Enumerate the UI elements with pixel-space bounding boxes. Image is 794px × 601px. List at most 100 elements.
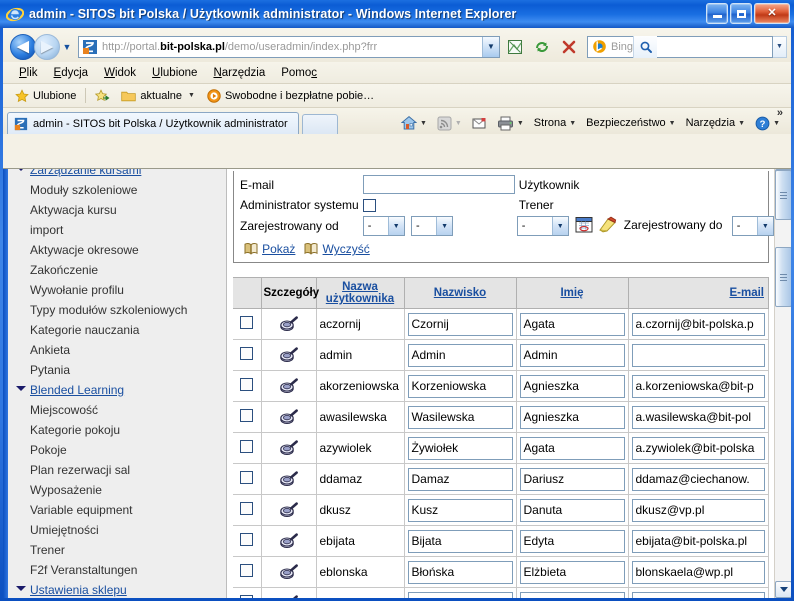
row-email-input[interactable]: a.zywiolek@bit-polska (631, 436, 765, 460)
row-firstname-input[interactable]: Dariusz (519, 467, 625, 491)
sidebar-item-moduly-szkoleniowe[interactable]: Moduły szkoleniowe (8, 180, 226, 200)
sidebar-group-blended-learning[interactable]: Blended Learning (8, 380, 226, 400)
refresh-icon[interactable] (530, 35, 554, 59)
favorites-button[interactable]: Ulubione (9, 88, 82, 104)
row-firstname-input[interactable]: Edyta (519, 529, 625, 553)
sidebar-item-pokoje[interactable]: Pokoje (8, 440, 226, 460)
row-firstname-input[interactable]: Danuta (519, 498, 625, 522)
tab-active[interactable]: admin - SITOS bit Polska / Użytkownik ad… (7, 112, 299, 134)
row-checkbox[interactable] (240, 316, 254, 330)
menu-narzedzia[interactable]: Narzędzia (205, 65, 273, 81)
row-firstname-input[interactable]: Agnieszka (519, 374, 625, 398)
row-checkbox[interactable] (240, 502, 254, 516)
feeds-button[interactable]: ▼ (432, 114, 467, 133)
row-email-input[interactable]: a.czornij@bit-polska.p (631, 312, 765, 336)
scrollbar-thumb[interactable] (775, 170, 791, 220)
mail-button[interactable] (467, 115, 492, 132)
row-lastname-input[interactable]: Damaz (407, 467, 513, 491)
row-firstname-input[interactable]: Emil (519, 591, 625, 598)
menu-pomoc[interactable]: Pomoc (273, 65, 325, 81)
sidebar-item-pytania[interactable]: Pytania (8, 360, 226, 380)
details-magnifier-icon[interactable] (279, 502, 299, 518)
security-menu[interactable]: Bezpieczeństwo ▼ (581, 115, 680, 131)
row-email-input[interactable]: admin@kozienicepow (631, 591, 765, 598)
chevron-down-icon[interactable]: ▼ (773, 120, 780, 127)
menu-widok[interactable]: Widok (96, 65, 144, 81)
compatibility-view-icon[interactable] (503, 35, 527, 59)
to-day-select[interactable]: - ▼ (731, 216, 774, 237)
admin-checkbox[interactable] (362, 199, 376, 213)
maximize-button[interactable] (730, 3, 752, 24)
menu-edycja[interactable]: Edycja (46, 65, 97, 81)
details-magnifier-icon[interactable] (279, 471, 299, 487)
row-firstname-input[interactable]: Agata (519, 312, 625, 336)
row-email-input[interactable]: blonskaela@wp.pl (631, 560, 765, 584)
home-button[interactable]: ▼ (396, 113, 432, 133)
chevron-down-icon[interactable]: ▼ (517, 120, 524, 127)
tools-menu[interactable]: Narzędzia ▼ (681, 115, 750, 131)
sidebar-item-wywolanie-profilu[interactable]: Wywołanie profilu (8, 280, 226, 300)
sidebar-item-trener[interactable]: Trener (8, 540, 226, 560)
sidebar-group-ustawienia-sklepu[interactable]: Ustawienia sklepu (8, 580, 226, 598)
row-firstname-input[interactable]: Agnieszka (519, 405, 625, 429)
row-firstname-input[interactable]: Elżbieta (519, 560, 625, 584)
menu-plik[interactable]: PPliklik (11, 65, 46, 81)
header-username[interactable]: Nazwa użytkownika (316, 277, 405, 310)
eraser-icon[interactable] (598, 216, 617, 236)
sidebar-item-kategorie-nauczania[interactable]: Kategorie nauczania (8, 320, 226, 340)
row-firstname-input[interactable]: Admin (519, 343, 625, 367)
minimize-button[interactable] (706, 3, 728, 24)
header-email[interactable]: E-mail (628, 277, 769, 310)
row-lastname-input[interactable]: Żywiołek (407, 436, 513, 460)
header-firstname[interactable]: Imię (516, 277, 629, 310)
row-checkbox[interactable] (240, 347, 254, 361)
search-options-dropdown-icon[interactable]: ▼ (773, 35, 787, 58)
row-checkbox[interactable] (240, 471, 254, 485)
row-firstname-input[interactable]: Agata (519, 436, 625, 460)
chevron-down-icon[interactable]: ▼ (420, 120, 427, 127)
chevron-down-icon[interactable]: ▼ (569, 120, 576, 127)
close-button[interactable]: ✕ (754, 3, 790, 24)
sidebar-item-plan-rezerwacji-sal[interactable]: Plan rezerwacji sal (8, 460, 226, 480)
back-button[interactable]: ◀ (10, 33, 36, 60)
row-email-input[interactable]: ddamaz@ciechanow. (631, 467, 765, 491)
add-to-favorites-bar-button[interactable] (89, 88, 115, 104)
sidebar-item-umiejetnosci[interactable]: Umiejętności (8, 520, 226, 540)
sidebar-item-variable-equipment[interactable]: Variable equipment (8, 500, 226, 520)
details-magnifier-icon[interactable] (279, 564, 299, 580)
row-email-input[interactable]: a.wasilewska@bit-pol (631, 405, 765, 429)
scrollbar-track[interactable] (775, 186, 791, 581)
details-magnifier-icon[interactable] (279, 409, 299, 425)
sidebar-item-kategorie-pokoju[interactable]: Kategorie pokoju (8, 420, 226, 440)
address-bar[interactable]: http://portal.bit-polska.pl/demo/useradm… (78, 35, 500, 58)
from-month-select[interactable]: - ▼ (411, 216, 454, 237)
row-checkbox[interactable] (240, 409, 254, 423)
row-lastname-input[interactable]: Wasilewska (407, 405, 513, 429)
sidebar-item-wyposazenie[interactable]: Wyposażenie (8, 480, 226, 500)
details-magnifier-icon[interactable] (279, 316, 299, 332)
print-button[interactable]: ▼ (492, 114, 529, 133)
calendar-icon[interactable] (575, 216, 593, 236)
show-link[interactable]: Pokaż (262, 242, 295, 256)
row-lastname-input[interactable]: Madejski (407, 591, 513, 598)
row-lastname-input[interactable]: Czornij (407, 312, 513, 336)
row-email-input[interactable] (631, 343, 765, 367)
row-email-input[interactable]: a.korzeniowska@bit-p (631, 374, 765, 398)
sidebar-item-aktywacje-okresowe[interactable]: Aktywacje okresowe (8, 240, 226, 260)
chevron-down-icon[interactable]: ▼ (669, 120, 676, 127)
row-lastname-input[interactable]: Bijata (407, 529, 513, 553)
details-magnifier-icon[interactable] (279, 347, 299, 363)
from-day-select[interactable]: - ▼ (362, 216, 405, 237)
new-tab-button[interactable] (302, 114, 338, 134)
row-checkbox[interactable] (240, 440, 254, 454)
row-email-input[interactable]: dkusz@vp.pl (631, 498, 765, 522)
search-icon[interactable] (633, 35, 658, 58)
address-dropdown-icon[interactable]: ▼ (482, 36, 499, 57)
sidebar-item-typy-modulow[interactable]: Typy modułów szkoleniowych (8, 300, 226, 320)
sidebar-item-aktywacja-kursu[interactable]: Aktywacja kursu (8, 200, 226, 220)
row-checkbox[interactable] (240, 595, 254, 598)
favorites-item-feed[interactable]: Swobodne i bezpłatne pobie… (201, 88, 380, 104)
row-checkbox[interactable] (240, 564, 254, 578)
row-email-input[interactable]: ebijata@bit-polska.pl (631, 529, 765, 553)
sidebar-group-zarzadzanie-kursami[interactable]: Zarządzanie kursami (8, 169, 226, 180)
